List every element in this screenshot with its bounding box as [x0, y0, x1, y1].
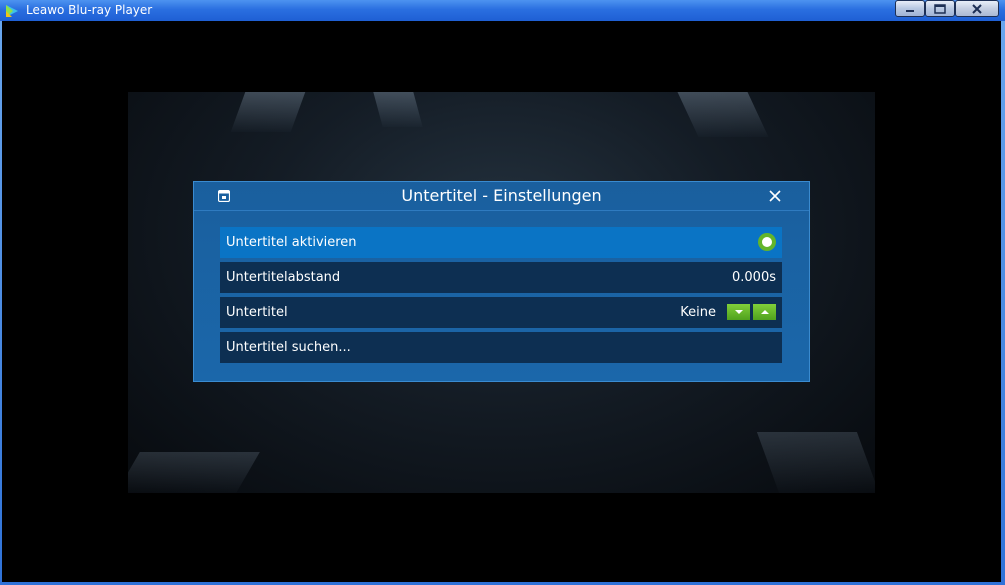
row-subtitle-track[interactable]: Untertitel Keine — [220, 297, 782, 328]
title-bar[interactable]: Leawo Blu-ray Player — [0, 0, 1005, 21]
row-label: Untertitel suchen... — [226, 340, 351, 355]
subtitle-enable-toggle[interactable] — [758, 233, 776, 251]
video-light-4 — [128, 452, 260, 493]
chevron-down-icon — [734, 310, 743, 314]
row-label: Untertitelabstand — [226, 270, 341, 285]
row-subtitle-offset[interactable]: Untertitelabstand 0.000s — [220, 262, 782, 293]
subtitle-next-button[interactable] — [753, 304, 776, 320]
video-light-2 — [373, 92, 423, 127]
close-window-button[interactable] — [955, 0, 999, 17]
close-icon[interactable] — [767, 188, 783, 204]
close-icon — [972, 3, 982, 14]
row-search-subtitles[interactable]: Untertitel suchen... — [220, 332, 782, 363]
subtitle-settings-dialog: Untertitel - Einstellungen Untertitel ak… — [193, 181, 810, 382]
subtitle-offset-value: 0.000s — [732, 270, 776, 285]
video-light-5 — [756, 432, 875, 493]
subtitle-track-value: Keine — [680, 305, 716, 320]
maximize-button[interactable] — [925, 0, 955, 17]
window-controls — [895, 0, 999, 17]
minimize-icon — [906, 9, 914, 12]
row-label: Untertitel aktivieren — [226, 235, 357, 250]
minimize-button[interactable] — [895, 0, 925, 17]
video-light-3 — [677, 92, 769, 137]
app-window: Leawo Blu-ray Player Untertitel - Einste… — [0, 0, 1005, 585]
subtitle-previous-button[interactable] — [727, 304, 750, 320]
row-enable-subtitles[interactable]: Untertitel aktivieren — [220, 227, 782, 258]
app-icon — [6, 5, 18, 17]
dialog-title: Untertitel - Einstellungen — [401, 186, 602, 205]
video-light-1 — [230, 92, 306, 132]
row-label: Untertitel — [226, 305, 288, 320]
player-area[interactable]: Untertitel - Einstellungen Untertitel ak… — [2, 21, 1001, 582]
window-title: Leawo Blu-ray Player — [26, 3, 153, 17]
maximize-icon — [934, 3, 946, 14]
chevron-up-icon — [760, 310, 769, 314]
dialog-header: Untertitel - Einstellungen — [194, 182, 809, 211]
